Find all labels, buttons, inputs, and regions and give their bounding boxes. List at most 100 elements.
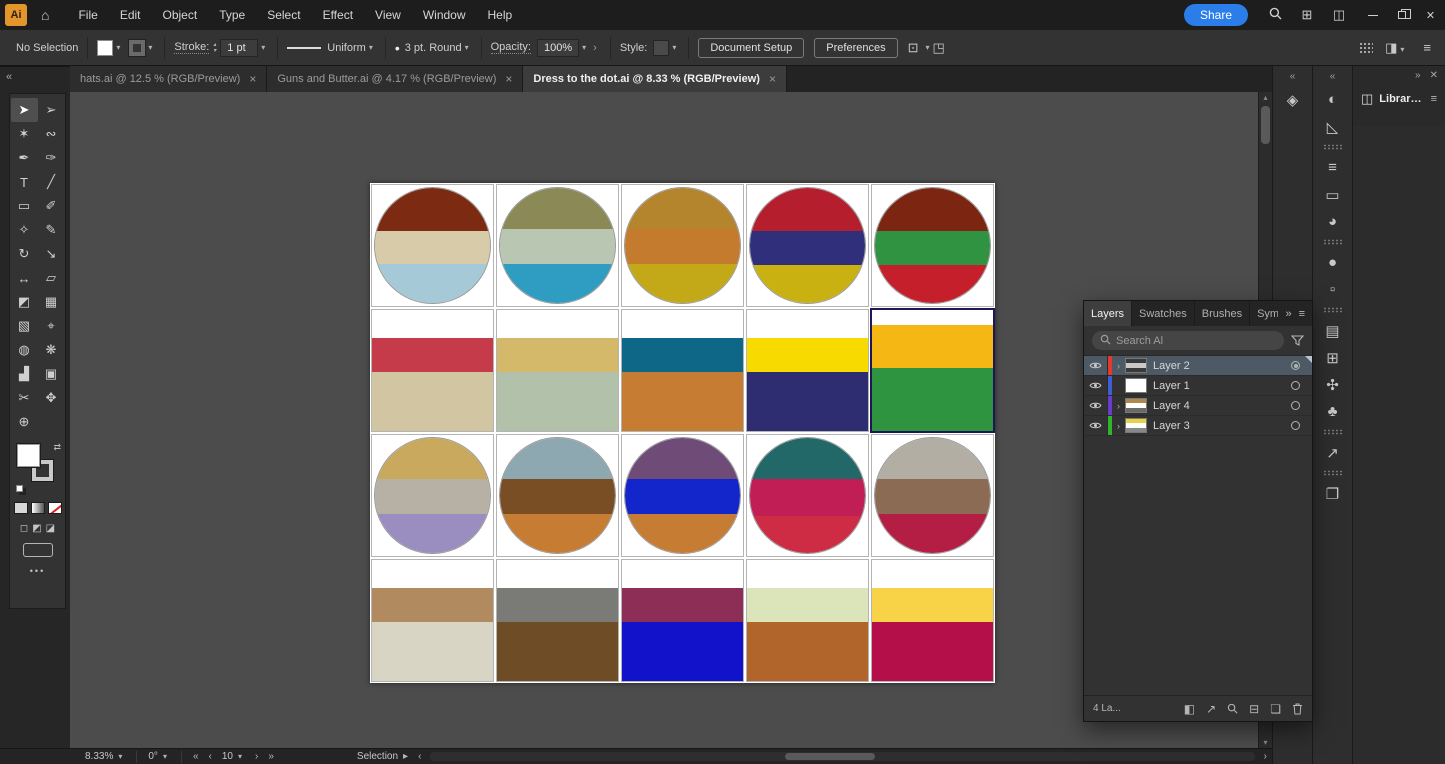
brush-value[interactable]: 3 pt. Round xyxy=(405,42,462,54)
shaper-tool[interactable]: ✧ xyxy=(11,218,38,242)
draw-normal-icon[interactable]: ◻ xyxy=(20,523,28,534)
swatch-rect-cell[interactable] xyxy=(870,308,995,433)
menu-object[interactable]: Object xyxy=(152,0,209,30)
search-icon[interactable] xyxy=(1262,7,1288,23)
stroke-weight-stepper[interactable]: ▴▾ xyxy=(213,42,216,54)
collapse-dock-icon[interactable]: » xyxy=(1415,70,1421,81)
layer-thumbnail[interactable] xyxy=(1125,378,1147,393)
swatch-rect-cell[interactable] xyxy=(746,309,869,432)
pen-tool[interactable]: ✒ xyxy=(11,146,38,170)
search-input[interactable] xyxy=(1116,335,1276,347)
width-tool[interactable]: ↔ xyxy=(11,266,38,290)
chevron-down-icon[interactable]: ▾ xyxy=(235,752,245,761)
free-transform-tool[interactable]: ▱ xyxy=(38,266,65,290)
isolate-mode-icon[interactable]: ◳ xyxy=(933,40,945,56)
layer-row[interactable]: ›Layer 4 xyxy=(1084,396,1312,416)
zoom-control[interactable]: 8.33% ▾ xyxy=(80,751,130,762)
swatch-circle-cell[interactable] xyxy=(371,434,494,557)
curvature-tool[interactable]: ✑ xyxy=(38,146,65,170)
vertical-scrollbar-thumb[interactable] xyxy=(1261,106,1270,144)
close-tab-icon[interactable]: × xyxy=(505,72,512,86)
artboard-tool[interactable]: ▣ xyxy=(38,362,65,386)
chevron-down-icon[interactable]: ▾ xyxy=(113,43,123,52)
swatch-rect-cell[interactable] xyxy=(496,559,619,682)
hand-tool[interactable]: ✥ xyxy=(38,386,65,410)
workspace-switcher-icon[interactable]: ⊞ xyxy=(1294,7,1320,23)
artboards-panel-icon[interactable]: ▭ xyxy=(1313,181,1352,208)
layer-row[interactable]: Layer 1 xyxy=(1084,376,1312,396)
color-panel-icon[interactable]: ◐ xyxy=(1313,86,1352,113)
layers-panel-icon[interactable]: ▤ xyxy=(1313,317,1352,344)
preferences-button[interactable]: Preferences xyxy=(814,38,897,58)
draw-inside-icon[interactable]: ◪ xyxy=(46,523,55,534)
zoom-tool[interactable]: ⊕ xyxy=(11,410,38,434)
gradient-mode-button[interactable] xyxy=(31,502,45,514)
stroke-weight-value[interactable]: 1 pt xyxy=(220,39,258,57)
swatch-circle-cell[interactable] xyxy=(496,184,619,307)
close-tab-icon[interactable]: × xyxy=(249,72,256,86)
layer-row[interactable]: ›Layer 3 xyxy=(1084,416,1312,436)
none-mode-button[interactable] xyxy=(48,502,62,514)
target-circle-icon[interactable] xyxy=(1291,421,1300,430)
layer-row[interactable]: ›Layer 2 xyxy=(1084,356,1312,376)
menu-select[interactable]: Select xyxy=(256,0,311,30)
fill-color-swatch[interactable] xyxy=(97,40,113,56)
style-swatch[interactable] xyxy=(653,40,669,56)
panel-tab-symbols[interactable]: Symbols xyxy=(1250,301,1278,326)
expand-chevron-icon[interactable]: › xyxy=(1112,421,1125,431)
swatch-rect-cell[interactable] xyxy=(621,309,744,432)
locate-object-icon[interactable] xyxy=(1227,703,1238,714)
chevron-down-icon[interactable]: ▾ xyxy=(669,43,679,52)
graphic-styles-panel-icon[interactable]: ♣ xyxy=(1313,398,1352,425)
close-dock-icon[interactable]: ✕ xyxy=(1430,70,1438,81)
swatch-circle-cell[interactable] xyxy=(621,434,744,557)
arrange-documents-icon[interactable]: ◫ xyxy=(1326,7,1352,23)
stroke-color-swatch[interactable] xyxy=(129,40,145,56)
panel-tab-brushes[interactable]: Brushes xyxy=(1195,301,1250,326)
minimize-button[interactable] xyxy=(1358,0,1387,30)
blend-tool[interactable]: ◍ xyxy=(11,338,38,362)
share-button[interactable]: Share xyxy=(1184,4,1248,26)
menu-help[interactable]: Help xyxy=(477,0,524,30)
document-tab[interactable]: Guns and Butter.ai @ 4.17 % (RGB/Preview… xyxy=(267,66,523,92)
horizontal-scrollbar-thumb[interactable] xyxy=(785,753,876,760)
color-guide-panel-icon[interactable]: ◺ xyxy=(1313,113,1352,140)
step-down-icon[interactable]: ▾ xyxy=(213,48,216,54)
slice-tool[interactable]: ✂ xyxy=(11,386,38,410)
rotate-tool[interactable]: ↻ xyxy=(11,242,38,266)
target-circle-icon[interactable] xyxy=(1291,381,1300,390)
status-menu-arrow-icon[interactable]: ▸ xyxy=(398,751,413,762)
panel-tab-layers[interactable]: Layers xyxy=(1084,301,1132,326)
target-circle-icon[interactable] xyxy=(1291,361,1300,370)
paintbrush-tool[interactable]: ✐ xyxy=(38,194,65,218)
swatch-circle-cell[interactable] xyxy=(871,434,994,557)
horizontal-scrollbar[interactable] xyxy=(430,752,1254,761)
create-sublayer-icon[interactable]: ⊟ xyxy=(1249,702,1259,716)
properties-panel-icon[interactable]: ≡ xyxy=(1313,154,1352,181)
eyedropper-tool[interactable]: ⌖ xyxy=(38,314,65,338)
next-artboard-button[interactable]: › xyxy=(250,751,263,762)
align-options-icon[interactable]: ⊡ xyxy=(908,40,919,56)
layer-thumbnail[interactable] xyxy=(1125,358,1147,373)
color-mode-button[interactable] xyxy=(14,502,28,514)
panel-menu-icon[interactable]: ≡ xyxy=(1299,308,1305,320)
app-grid-icon[interactable] xyxy=(1359,42,1373,54)
gradient-panel-icon[interactable]: ◕ xyxy=(1313,208,1352,235)
visibility-eye-icon[interactable] xyxy=(1084,416,1108,435)
chevron-down-icon[interactable]: ▾ xyxy=(462,43,472,52)
swatch-rect-cell[interactable] xyxy=(746,559,869,682)
collapse-toolbar-icon[interactable]: « xyxy=(6,71,12,83)
app-logo-icon[interactable]: Ai xyxy=(5,4,27,26)
delete-layer-icon[interactable] xyxy=(1292,703,1303,715)
scroll-left-icon[interactable]: ‹ xyxy=(413,751,426,762)
scale-tool[interactable]: ↘ xyxy=(38,242,65,266)
draw-behind-icon[interactable]: ◩ xyxy=(32,523,41,534)
expand-panels-icon[interactable]: « xyxy=(1273,66,1312,86)
layer-thumbnail[interactable] xyxy=(1125,398,1147,413)
rotation-control[interactable]: 0° ▾ xyxy=(143,751,175,762)
menu-edit[interactable]: Edit xyxy=(109,0,152,30)
new-layer-icon[interactable]: ❏ xyxy=(1270,702,1281,716)
symbol-sprayer-tool[interactable]: ❋ xyxy=(38,338,65,362)
asset-export-panel-icon[interactable]: ↗ xyxy=(1313,439,1352,466)
make-clipping-mask-icon[interactable]: ◧ xyxy=(1184,702,1195,716)
